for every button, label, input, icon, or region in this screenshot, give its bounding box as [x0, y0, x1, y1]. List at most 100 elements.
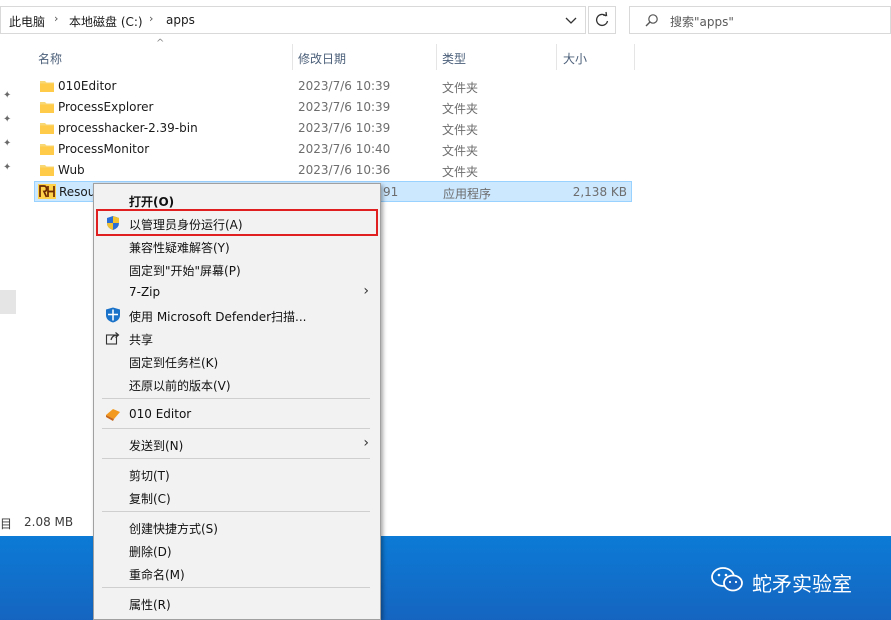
- column-header-date[interactable]: 修改日期: [298, 50, 346, 76]
- menu-item-7zip[interactable]: 7-Zip ›: [95, 281, 379, 303]
- table-row[interactable]: ProcessMonitor 2023/7/6 10:40 文件夹: [34, 139, 632, 160]
- file-name[interactable]: Resou: [59, 185, 95, 199]
- menu-item-rename[interactable]: 重命名(M): [95, 562, 379, 584]
- menu-item-defender-scan[interactable]: 使用 Microsoft Defender扫描...: [95, 304, 379, 326]
- file-name[interactable]: ProcessExplorer: [58, 100, 153, 114]
- pin-icon[interactable]: ✦: [3, 162, 13, 173]
- breadcrumb-separator-icon[interactable]: ›: [54, 12, 58, 25]
- menu-item-label: 属性(R): [129, 598, 171, 612]
- file-date: 2023/7/6 10:36: [298, 163, 391, 177]
- menu-item-cut[interactable]: 剪切(T): [95, 463, 379, 485]
- folder-icon: [40, 102, 54, 113]
- sort-ascending-icon: ^: [156, 38, 165, 49]
- menu-item-label: 兼容性疑难解答(Y): [129, 241, 230, 255]
- menu-item-open[interactable]: 打开(O): [95, 189, 379, 211]
- breadcrumb-apps[interactable]: apps: [166, 13, 195, 27]
- menu-item-label: 010 Editor: [129, 407, 192, 421]
- menu-item-010-editor[interactable]: 010 Editor: [95, 403, 379, 425]
- menu-item-label: 剪切(T): [129, 469, 170, 483]
- nav-selected-item[interactable]: [0, 290, 16, 314]
- resource-hacker-icon: [38, 184, 56, 199]
- search-icon: [645, 14, 658, 27]
- menu-item-share[interactable]: 共享: [95, 327, 379, 349]
- pin-icon[interactable]: ✦: [3, 90, 13, 101]
- menu-item-label: 打开(O): [129, 195, 175, 209]
- menu-item-label: 复制(C): [129, 492, 171, 506]
- file-name[interactable]: Wub: [58, 163, 85, 177]
- context-menu: 打开(O) 以管理员身份运行(A) 兼容性疑难解答(Y) 固定到"开始"屏幕(P…: [93, 183, 381, 620]
- menu-item-restore-versions[interactable]: 还原以前的版本(V): [95, 373, 379, 395]
- pin-icon[interactable]: ✦: [3, 138, 13, 149]
- menu-separator: [102, 587, 370, 588]
- search-box[interactable]: 搜索"apps": [629, 6, 891, 34]
- file-type: 文件夹: [442, 81, 479, 95]
- menu-item-label: 还原以前的版本(V): [129, 379, 231, 393]
- column-header-size[interactable]: 大小: [563, 50, 587, 76]
- chevron-down-icon[interactable]: [563, 11, 579, 29]
- menu-item-create-shortcut[interactable]: 创建快捷方式(S): [95, 516, 379, 538]
- folder-icon: [40, 144, 54, 155]
- file-type: 文件夹: [442, 144, 479, 158]
- file-name[interactable]: 010Editor: [58, 79, 116, 93]
- table-row[interactable]: 010Editor 2023/7/6 10:39 文件夹: [34, 76, 632, 97]
- menu-item-pin-taskbar[interactable]: 固定到任务栏(K): [95, 350, 379, 372]
- folder-icon: [40, 81, 54, 92]
- status-item-count: 项目: [0, 517, 13, 531]
- file-date: 2023/7/6 10:39: [298, 100, 391, 114]
- menu-item-send-to[interactable]: 发送到(N) ›: [95, 433, 379, 455]
- folder-icon: [40, 165, 54, 176]
- breadcrumb-local-disk[interactable]: 本地磁盘 (C:): [69, 13, 143, 30]
- file-size: 2,138 KB: [572, 185, 627, 199]
- menu-item-copy[interactable]: 复制(C): [95, 486, 379, 508]
- breadcrumb-separator-icon[interactable]: ›: [149, 12, 153, 25]
- menu-item-label: 固定到"开始"屏幕(P): [129, 264, 241, 278]
- menu-item-label: 重命名(M): [129, 568, 185, 582]
- column-divider[interactable]: [556, 44, 557, 70]
- highlight-box: [96, 209, 378, 236]
- menu-separator: [102, 458, 370, 459]
- file-date: 2023/7/6 10:39: [298, 121, 391, 135]
- file-type: 文件夹: [442, 102, 479, 116]
- file-type: 文件夹: [442, 165, 479, 179]
- menu-item-label: 共享: [129, 333, 154, 347]
- file-type: 应用程序: [443, 187, 492, 201]
- table-row[interactable]: processhacker-2.39-bin 2023/7/6 10:39 文件…: [34, 118, 632, 139]
- file-date: 91: [383, 185, 399, 199]
- defender-shield-icon: [106, 307, 120, 323]
- menu-item-compatibility[interactable]: 兼容性疑难解答(Y): [95, 235, 379, 257]
- column-header-name[interactable]: 名称: [38, 50, 62, 76]
- menu-separator: [102, 428, 370, 429]
- table-row[interactable]: ProcessExplorer 2023/7/6 10:39 文件夹: [34, 97, 632, 118]
- refresh-button[interactable]: [588, 6, 616, 34]
- menu-item-label: 7-Zip: [129, 285, 161, 299]
- file-name[interactable]: ProcessMonitor: [58, 142, 149, 156]
- column-divider[interactable]: [436, 44, 437, 70]
- menu-item-label: 创建快捷方式(S): [129, 522, 218, 536]
- column-divider[interactable]: [634, 44, 635, 70]
- file-name[interactable]: processhacker-2.39-bin: [58, 121, 198, 135]
- table-row[interactable]: Wub 2023/7/6 10:36 文件夹: [34, 160, 632, 181]
- address-bar[interactable]: 此电脑 › 本地磁盘 (C:) › apps: [0, 6, 586, 34]
- status-selected-size: 2.08 MB: [24, 515, 74, 529]
- menu-item-delete[interactable]: 删除(D): [95, 539, 379, 561]
- chevron-right-icon: ›: [363, 283, 369, 299]
- column-header-type[interactable]: 类型: [442, 50, 466, 76]
- file-type: 文件夹: [442, 123, 479, 137]
- menu-separator: [102, 398, 370, 399]
- search-placeholder[interactable]: 搜索"apps": [670, 13, 734, 30]
- breadcrumb-this-pc[interactable]: 此电脑: [9, 13, 45, 30]
- pin-icon[interactable]: ✦: [3, 114, 13, 125]
- menu-item-label: 固定到任务栏(K): [129, 356, 219, 370]
- chevron-right-icon: ›: [363, 435, 369, 451]
- menu-item-label: 使用 Microsoft Defender扫描...: [129, 310, 307, 324]
- menu-separator: [102, 511, 370, 512]
- menu-item-label: 发送到(N): [129, 439, 184, 453]
- menu-item-properties[interactable]: 属性(R): [95, 592, 379, 614]
- menu-item-pin-start[interactable]: 固定到"开始"屏幕(P): [95, 258, 379, 280]
- wechat-icon: [711, 567, 743, 592]
- column-divider[interactable]: [292, 44, 293, 70]
- refresh-icon: [596, 11, 609, 27]
- folder-icon: [40, 123, 54, 134]
- watermark-text: 蛇矛实验室: [752, 572, 852, 596]
- 010-editor-icon: [106, 409, 120, 421]
